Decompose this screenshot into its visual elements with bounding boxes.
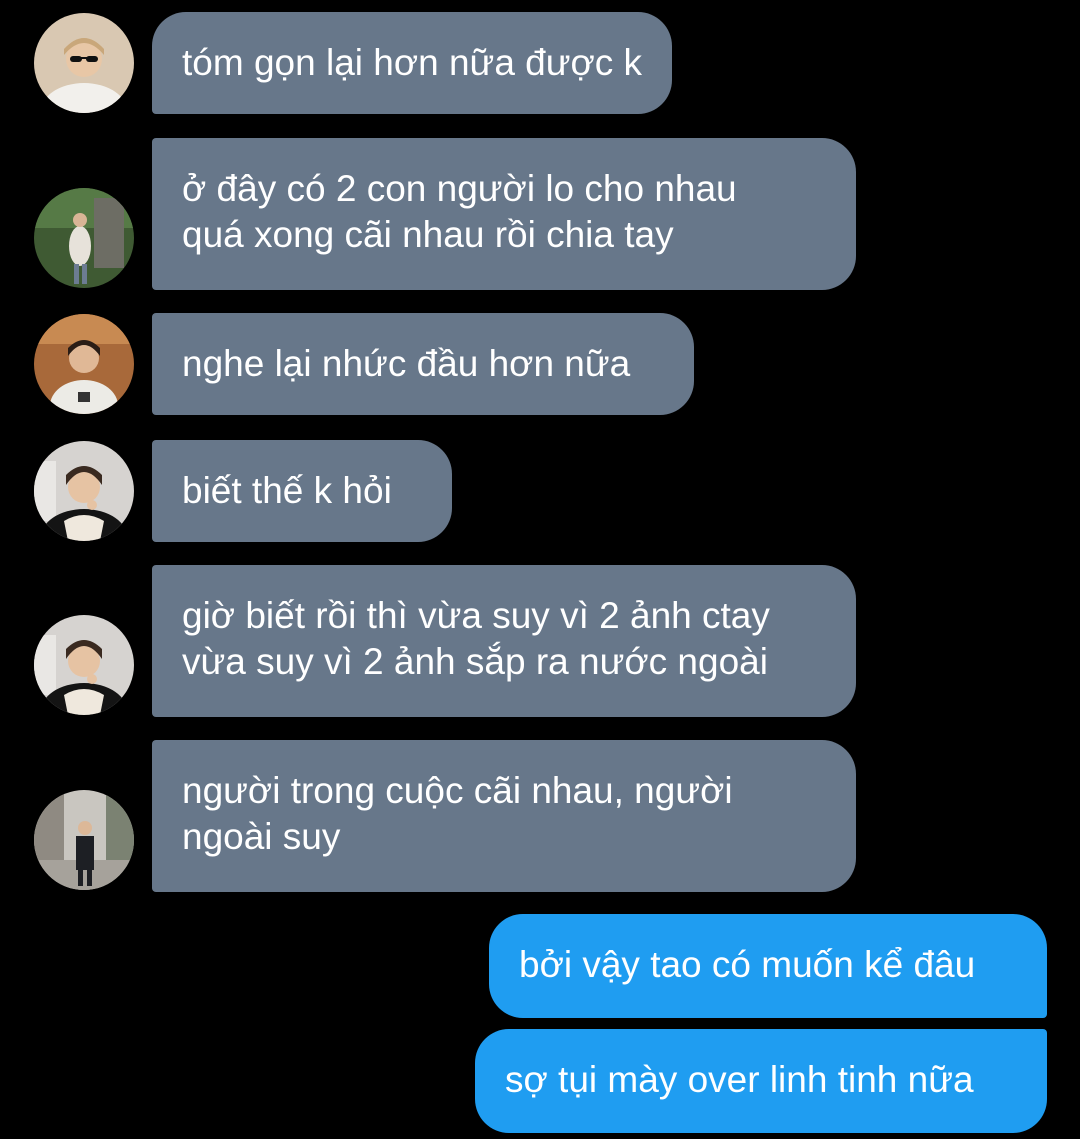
message-bubble[interactable]: người trong cuộc cãi nhau, người ngoài s… <box>152 740 856 892</box>
message-row: biết thế k hỏi <box>0 440 1080 542</box>
message-row: sợ tụi mày over linh tinh nữa <box>0 1029 1080 1133</box>
avatar[interactable] <box>34 615 134 715</box>
message-bubble[interactable]: nghe lại nhức đầu hơn nữa <box>152 313 694 415</box>
message-bubble[interactable]: sợ tụi mày over linh tinh nữa <box>475 1029 1047 1133</box>
message-bubble[interactable]: giờ biết rồi thì vừa suy vì 2 ảnh ctay v… <box>152 565 856 717</box>
avatar[interactable] <box>34 188 134 288</box>
message-row: người trong cuộc cãi nhau, người ngoài s… <box>0 740 1080 892</box>
message-bubble[interactable]: biết thế k hỏi <box>152 440 452 542</box>
message-bubble[interactable]: bởi vậy tao có muốn kể đâu <box>489 914 1047 1018</box>
avatar-image <box>34 441 134 541</box>
avatar-image <box>34 188 134 288</box>
avatar[interactable] <box>34 441 134 541</box>
avatar-image <box>34 13 134 113</box>
message-row: tóm gọn lại hơn nữa được k <box>0 12 1080 114</box>
avatar-image <box>34 790 134 890</box>
message-row: bởi vậy tao có muốn kể đâu <box>0 914 1080 1018</box>
avatar[interactable] <box>34 790 134 890</box>
avatar[interactable] <box>34 314 134 414</box>
avatar[interactable] <box>34 13 134 113</box>
message-bubble[interactable]: tóm gọn lại hơn nữa được k <box>152 12 673 114</box>
avatar-image <box>34 615 134 715</box>
message-row: nghe lại nhức đầu hơn nữa <box>0 313 1080 415</box>
message-row: giờ biết rồi thì vừa suy vì 2 ảnh ctay v… <box>0 565 1080 717</box>
avatar-image <box>34 314 134 414</box>
message-row: ở đây có 2 con người lo cho nhau quá xon… <box>0 138 1080 290</box>
message-bubble[interactable]: ở đây có 2 con người lo cho nhau quá xon… <box>152 138 856 290</box>
